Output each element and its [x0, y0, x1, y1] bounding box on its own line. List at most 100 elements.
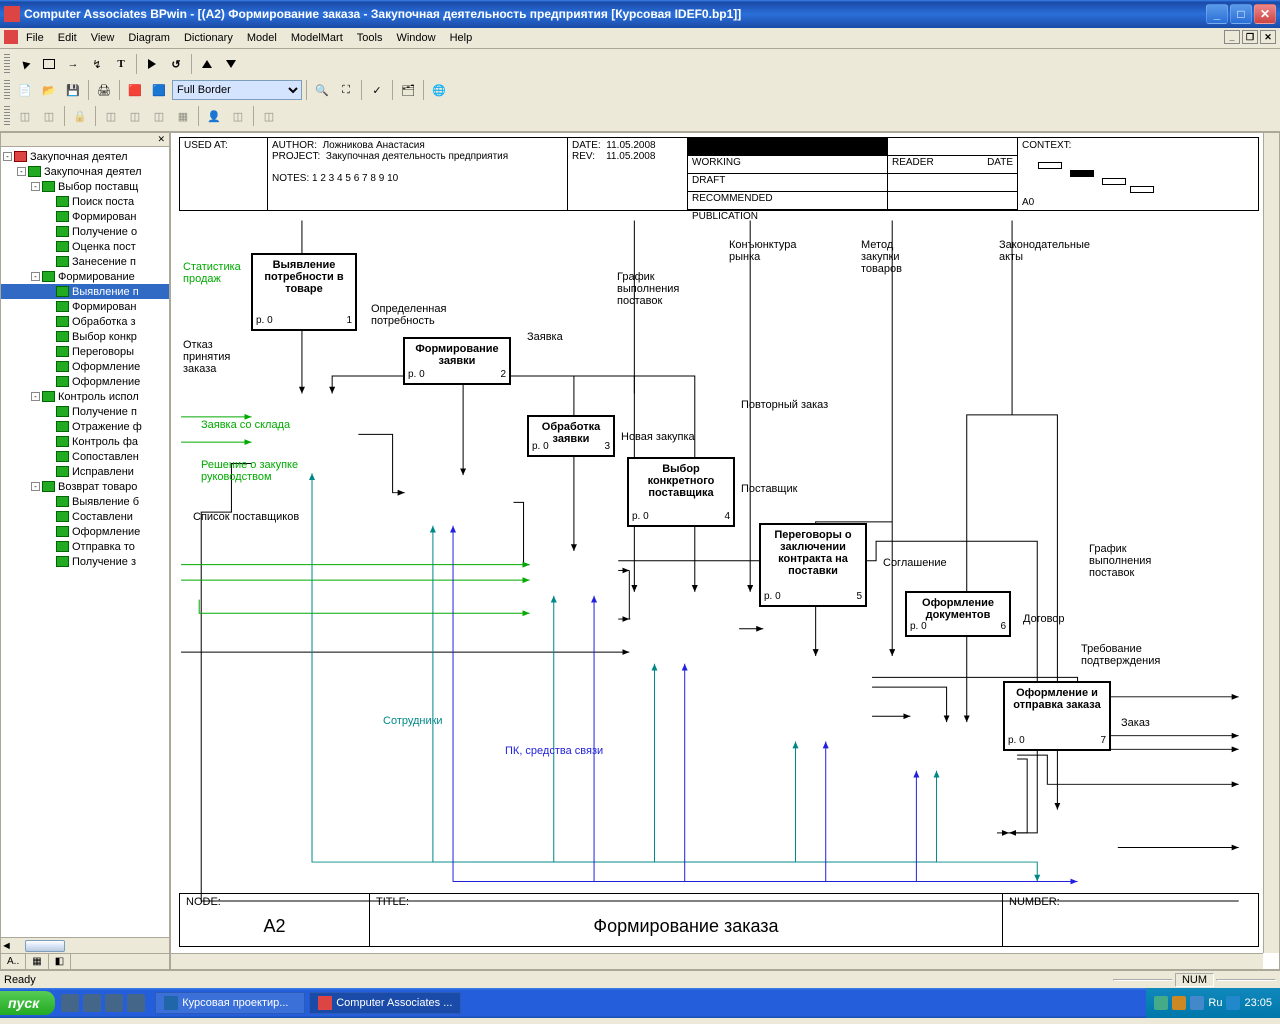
- palette-button[interactable]: 🟥: [124, 79, 146, 101]
- tree-item[interactable]: Оценка пост: [1, 239, 169, 254]
- tree-item[interactable]: Исправлени: [1, 464, 169, 479]
- tree-tab-activities[interactable]: A..: [1, 954, 26, 969]
- maximize-button[interactable]: □: [1230, 4, 1252, 24]
- arrow-label: График выполнения поставок: [1089, 543, 1151, 579]
- mm-btn-3[interactable]: 🔒: [69, 105, 91, 127]
- tree-item[interactable]: Отправка то: [1, 539, 169, 554]
- activity-box-2[interactable]: Формирование заявкиp. 02: [403, 337, 511, 385]
- tree-item[interactable]: Получение з: [1, 554, 169, 569]
- start-button[interactable]: пуск: [0, 991, 55, 1015]
- canvas-h-scrollbar[interactable]: [171, 953, 1263, 969]
- tree-item[interactable]: Переговоры: [1, 344, 169, 359]
- pointer-tool[interactable]: [14, 53, 36, 75]
- menu-tools[interactable]: Tools: [351, 30, 389, 46]
- tree-tab-diagrams[interactable]: ▦: [26, 954, 48, 969]
- tree-item[interactable]: Сопоставлен: [1, 449, 169, 464]
- zoom-in-button[interactable]: 🔍: [311, 79, 333, 101]
- print-button[interactable]: 🖨: [93, 79, 115, 101]
- menu-view[interactable]: View: [85, 30, 121, 46]
- activity-box-4[interactable]: Выбор конкретного поставщикаp. 04: [627, 457, 735, 527]
- explorer-close-button[interactable]: ✕: [1, 133, 169, 147]
- doc-minimize-button[interactable]: _: [1224, 30, 1240, 44]
- color-button[interactable]: 🟦: [148, 79, 170, 101]
- mm-btn-5[interactable]: ◫: [124, 105, 146, 127]
- open-button[interactable]: 📂: [38, 79, 60, 101]
- save-button[interactable]: 💾: [62, 79, 84, 101]
- go-up-tool[interactable]: [196, 53, 218, 75]
- text-tool[interactable]: T: [110, 53, 132, 75]
- zoom-combo[interactable]: Full Border: [172, 80, 302, 100]
- quick-launch-icon[interactable]: [105, 994, 123, 1012]
- mm-btn-6[interactable]: ◫: [148, 105, 170, 127]
- tree-item[interactable]: Формирован: [1, 209, 169, 224]
- quick-launch-icon[interactable]: [61, 994, 79, 1012]
- menu-file[interactable]: File: [20, 30, 50, 46]
- tree-item[interactable]: Оформление: [1, 359, 169, 374]
- tree-item[interactable]: -Закупочная деятел: [1, 149, 169, 164]
- mm-btn-10[interactable]: ◫: [258, 105, 280, 127]
- tree-item[interactable]: Выявление п: [1, 284, 169, 299]
- mm-btn-4[interactable]: ◫: [100, 105, 122, 127]
- globe-button[interactable]: 🌐: [428, 79, 450, 101]
- quick-launch-icon[interactable]: [83, 994, 101, 1012]
- menu-dictionary[interactable]: Dictionary: [178, 30, 239, 46]
- tree-h-scrollbar[interactable]: ◄: [1, 937, 169, 953]
- activity-box-tool[interactable]: [38, 53, 60, 75]
- tree-item[interactable]: Занесение п: [1, 254, 169, 269]
- tree-item[interactable]: -Выбор поставщ: [1, 179, 169, 194]
- tree-item[interactable]: Оформление: [1, 374, 169, 389]
- tree-item[interactable]: Оформление: [1, 524, 169, 539]
- taskbar-task[interactable]: Computer Associates ...: [309, 992, 461, 1014]
- minimize-button[interactable]: _: [1206, 4, 1228, 24]
- tree-button[interactable]: 🗂: [397, 79, 419, 101]
- tree-item[interactable]: Обработка з: [1, 314, 169, 329]
- mm-btn-7[interactable]: ▦: [172, 105, 194, 127]
- quick-launch-icon[interactable]: [127, 994, 145, 1012]
- play-tool[interactable]: [141, 53, 163, 75]
- tree-item[interactable]: -Закупочная деятел: [1, 164, 169, 179]
- mm-btn-8[interactable]: 👤: [203, 105, 225, 127]
- activity-box-7[interactable]: Оформление и отправка заказаp. 07: [1003, 681, 1111, 751]
- tree-item[interactable]: Контроль фа: [1, 434, 169, 449]
- mm-btn-1[interactable]: ◫: [14, 105, 36, 127]
- menu-modelmart[interactable]: ModelMart: [285, 30, 349, 46]
- diagram-canvas[interactable]: USED AT: AUTHOR: Ложникова Анастасия PRO…: [170, 132, 1280, 970]
- activity-box-6[interactable]: Оформление документовp. 06: [905, 591, 1011, 637]
- canvas-v-scrollbar[interactable]: [1263, 133, 1279, 953]
- tree-item[interactable]: Получение о: [1, 224, 169, 239]
- mm-btn-2[interactable]: ◫: [38, 105, 60, 127]
- tree-item[interactable]: Выбор конкр: [1, 329, 169, 344]
- squiggle-tool[interactable]: ↯: [86, 53, 108, 75]
- new-button[interactable]: 📄: [14, 79, 36, 101]
- tree-item[interactable]: Составлени: [1, 509, 169, 524]
- arrow-tool[interactable]: →: [62, 53, 84, 75]
- tree-item[interactable]: Получение п: [1, 404, 169, 419]
- undo-tool[interactable]: ↺: [165, 53, 187, 75]
- zoom-select-button[interactable]: ⛶: [335, 79, 357, 101]
- go-down-tool[interactable]: [220, 53, 242, 75]
- tree-item[interactable]: Выявление б: [1, 494, 169, 509]
- tree-item[interactable]: -Формирование: [1, 269, 169, 284]
- spellcheck-button[interactable]: ✓: [366, 79, 388, 101]
- doc-close-button[interactable]: ✕: [1260, 30, 1276, 44]
- menu-model[interactable]: Model: [241, 30, 283, 46]
- menu-diagram[interactable]: Diagram: [122, 30, 176, 46]
- tree-item[interactable]: -Контроль испол: [1, 389, 169, 404]
- tree-item[interactable]: Поиск поста: [1, 194, 169, 209]
- system-tray[interactable]: Ru 23:05: [1146, 988, 1280, 1018]
- activity-box-1[interactable]: Выявление потребности в товареp. 01: [251, 253, 357, 331]
- mm-btn-9[interactable]: ◫: [227, 105, 249, 127]
- tree-item[interactable]: Отражение ф: [1, 419, 169, 434]
- close-button[interactable]: ✕: [1254, 4, 1276, 24]
- tree-item[interactable]: -Возврат товаро: [1, 479, 169, 494]
- menu-window[interactable]: Window: [390, 30, 441, 46]
- doc-restore-button[interactable]: ❐: [1242, 30, 1258, 44]
- activity-box-3[interactable]: Обработка заявкиp. 03: [527, 415, 615, 457]
- menu-help[interactable]: Help: [444, 30, 479, 46]
- activity-box-5[interactable]: Переговоры о заключении контракта на пос…: [759, 523, 867, 607]
- tree[interactable]: -Закупочная деятел-Закупочная деятел-Выб…: [1, 147, 169, 937]
- tree-tab-objects[interactable]: ◧: [49, 954, 71, 969]
- menu-edit[interactable]: Edit: [52, 30, 83, 46]
- taskbar-task[interactable]: Курсовая проектир...: [155, 992, 305, 1014]
- tree-item[interactable]: Формирован: [1, 299, 169, 314]
